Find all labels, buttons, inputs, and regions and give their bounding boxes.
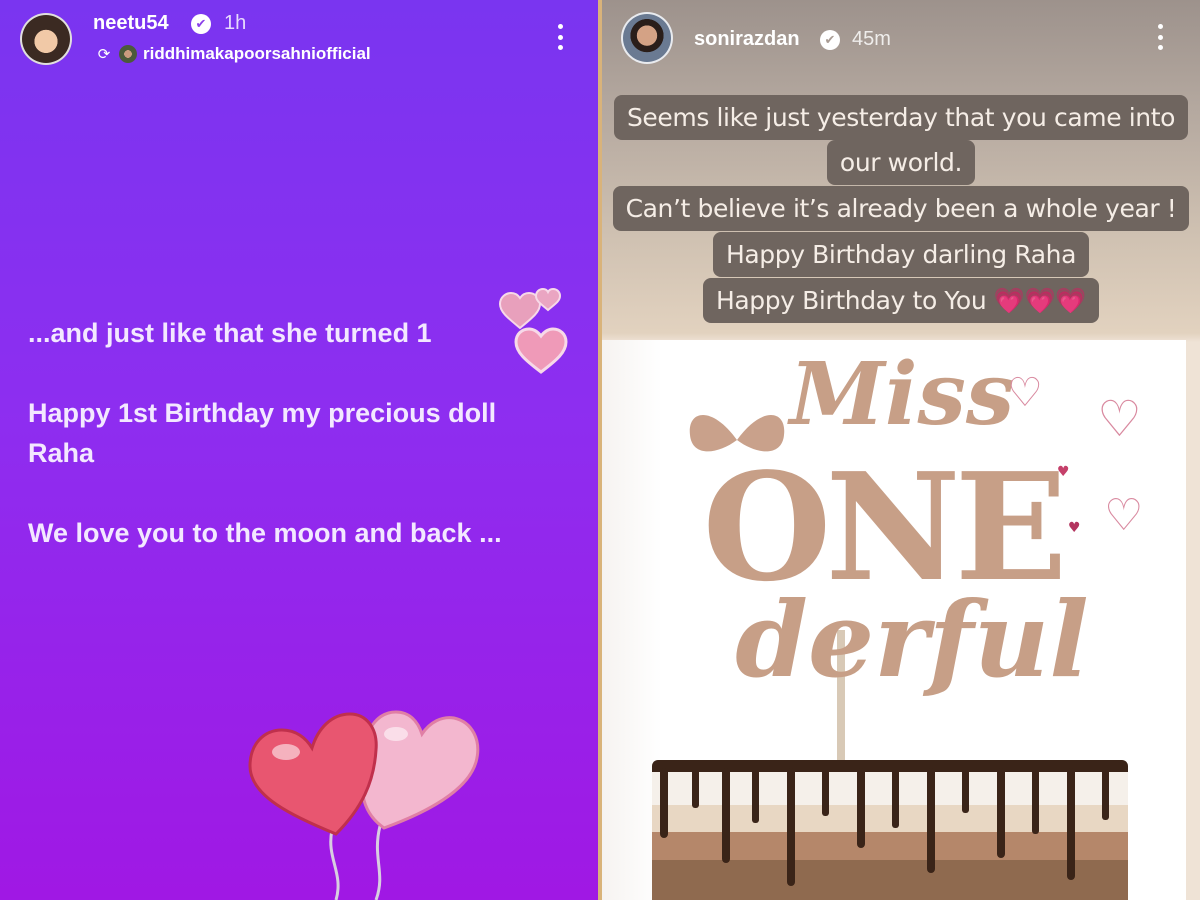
balloon-shine [384,727,408,741]
verified-badge-icon: ✔ [820,30,840,50]
repost-avatar [119,45,137,63]
heart-balloons-sticker [248,710,480,900]
caption-line: our world. [602,140,1200,185]
chocolate-drips [660,768,1109,886]
post-time: 45m [852,28,891,50]
caption-line: Seems like just yesterday that you came … [602,95,1200,140]
story-text-line: Happy 1st Birthday my precious doll [28,398,497,428]
caption-text: Seems like just yesterday that you came … [613,95,1189,140]
avatar[interactable] [621,12,673,64]
heart-icon: ♥ [1068,520,1081,536]
more-options-icon[interactable] [1154,22,1166,52]
pink-heart-balloon [360,710,480,830]
story-text-line: ...and just like that she turned 1 [28,318,432,348]
story-text-line: We love you to the moon and back ... [28,518,502,548]
username[interactable]: neetu54 [93,12,169,35]
story-text-line: Raha [28,438,95,468]
cake-photo: Miss ONE derful ♡ ♡ ♡ ♥ ♥ [602,340,1186,900]
caption-text: our world. [826,140,976,185]
caption-text: Can’t believe it’s already been a whole … [612,186,1190,231]
caption-text: Happy Birthday to You 💗💗💗 [702,278,1100,323]
balloon-shine [272,744,300,760]
more-options-icon[interactable] [554,22,566,52]
repost-attribution[interactable]: ⟳ riddhimakapoorsahniofficial [95,43,371,65]
caption-text: Happy Birthday darling Raha [712,232,1090,277]
heart-icon: ♥ [1057,464,1070,480]
heart-outline-icon: ♡ [1104,490,1144,541]
repost-username[interactable]: riddhimakapoorsahniofficial [143,44,371,64]
post-time: 1h [224,12,247,34]
avatar[interactable] [20,13,72,65]
caption-line: Happy Birthday darling Raha [602,232,1200,277]
caption-line: Can’t believe it’s already been a whole … [602,186,1200,231]
heart-outline-icon: ♡ [1007,370,1043,416]
heart-outline-icon: ♡ [1097,390,1142,448]
repost-icon: ⟳ [97,45,111,63]
red-heart-balloon [248,712,378,836]
topper-derful: derful [735,578,1089,701]
verified-badge-icon: ✔ [191,14,211,34]
caption-line: Happy Birthday to You 💗💗💗 [602,278,1200,323]
balloon-string [329,829,340,900]
username[interactable]: sonirazdan [694,28,800,51]
balloon-string [374,825,382,900]
